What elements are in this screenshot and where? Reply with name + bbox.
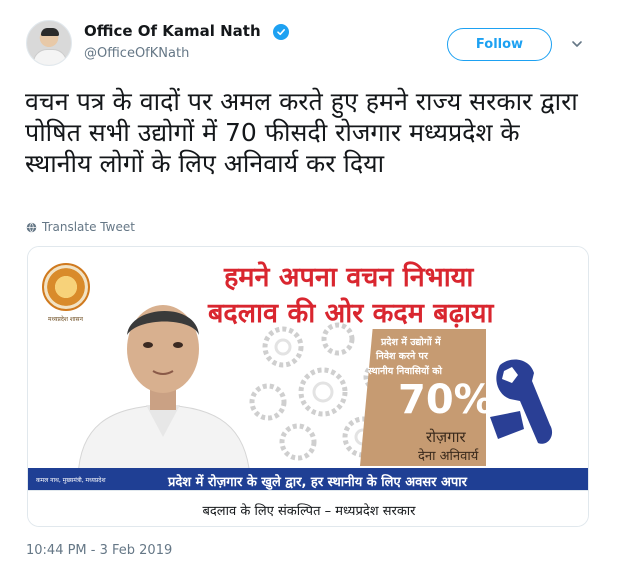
tweet-text: वचन पत्र के वादों पर अमल करते हुए हमने र… (25, 87, 578, 178)
user-name[interactable]: Office Of Kamal Nath (84, 22, 261, 40)
card-footer: बदलाव के लिए संकल्पित – मध्यप्रदेश सरकार (28, 490, 588, 526)
promise-line-3: स्थानीय निवासियों को (368, 366, 442, 377)
banner-text: प्रदेश में रोज़गार के खुले द्वार, हर स्थ… (168, 475, 467, 490)
translate-label: Translate Tweet (42, 220, 135, 234)
verified-badge-icon (273, 24, 289, 40)
avatar-body (33, 49, 67, 65)
avatar-hair (41, 28, 59, 36)
poster-headline-1: हमने अपना वचन निभाया (224, 262, 474, 293)
promise-line-2: निवेश करने पर (376, 351, 428, 362)
card-footer-text: बदलाव के लिए संकल्पित – मध्यप्रदेश सरकार (202, 504, 416, 519)
translate-tweet-link[interactable]: Translate Tweet (26, 219, 135, 235)
chevron-down-icon[interactable] (570, 37, 584, 51)
user-handle[interactable]: @OfficeOfKNath (84, 46, 189, 61)
poster-headline-2: बदलाव की ओर कदम बढ़ाया (208, 298, 494, 329)
media-card[interactable]: मध्यप्रदेश शासन हमने अपना वचन निभाया बदल… (27, 246, 589, 527)
banner-caption: कमल नाथ, मुख्यमंत्री, मध्यप्रदेश (36, 477, 106, 484)
poster-image[interactable]: मध्यप्रदेश शासन हमने अपना वचन निभाया बदल… (28, 247, 588, 490)
promise-line-4: रोज़गार (426, 428, 466, 446)
avatar[interactable] (26, 20, 72, 66)
promise-line-1: प्रदेश में उद्योगों में (381, 337, 441, 348)
promise-line-5: देना अनिवार्य (418, 449, 479, 464)
wrench-icon (490, 359, 553, 444)
globe-icon (26, 222, 37, 232)
tweet-timestamp[interactable]: 10:44 PM - 3 Feb 2019 (26, 543, 172, 558)
promise-percent: 70% (398, 377, 494, 423)
tweet-header: Office Of Kamal Nath @OfficeOfKNath Foll… (0, 0, 619, 80)
follow-button[interactable]: Follow (447, 28, 552, 61)
